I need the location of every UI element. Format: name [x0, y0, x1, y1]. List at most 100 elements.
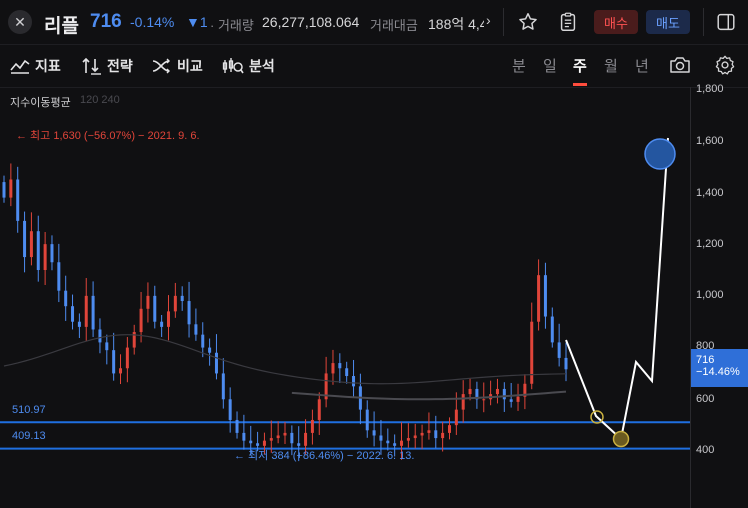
candle-body: [434, 430, 438, 439]
candle-body: [393, 443, 397, 446]
divider: [503, 8, 504, 36]
candle-body: [441, 432, 445, 439]
target-marker: [612, 430, 630, 448]
candle-body: [338, 363, 342, 369]
candle-body: [406, 438, 410, 441]
ema-120-line: [3, 334, 567, 385]
compare-icon: [152, 58, 170, 74]
candle-body: [537, 275, 541, 322]
candle-body: [180, 295, 184, 302]
current-price-tag: 716 −14.46%: [691, 349, 748, 387]
timeframe-week[interactable]: 주: [573, 55, 587, 76]
candle-body: [105, 342, 109, 351]
strategy-button[interactable]: 전략: [82, 56, 133, 76]
candle-body: [16, 179, 20, 221]
candle-body: [331, 363, 335, 374]
analysis-label: 분석: [249, 58, 275, 74]
close-button[interactable]: ✕: [8, 10, 32, 34]
screenshot-button[interactable]: [667, 52, 693, 78]
amount-value: 188억 4,4: [428, 16, 484, 32]
timeframe-year[interactable]: 년: [635, 55, 649, 76]
active-timeframe-indicator: [573, 83, 587, 86]
candle-body: [413, 435, 417, 439]
candle-body: [317, 399, 321, 420]
gear-icon: [715, 55, 735, 75]
order-book-button[interactable]: [555, 9, 581, 35]
high-annotation: ← 최고 1,630 (−56.07%) − 2021. 9. 6.: [16, 130, 200, 142]
candle-body: [495, 388, 499, 395]
change-percent: -0.14%: [130, 14, 175, 30]
analysis-icon: [222, 58, 244, 74]
indicator-icon: [10, 59, 30, 74]
candle-body: [269, 438, 273, 441]
chart-settings-button[interactable]: [712, 52, 738, 78]
candle-body: [372, 430, 376, 436]
buy-button[interactable]: 매수: [594, 10, 638, 34]
change-amount: ▼1: [186, 14, 208, 30]
candle-body: [146, 295, 150, 309]
compare-button[interactable]: 비교: [152, 56, 203, 76]
candle-body: [283, 432, 287, 436]
candle-body: [208, 347, 212, 353]
timeframe-month[interactable]: 월: [604, 55, 618, 76]
strategy-label: 전략: [107, 58, 133, 74]
candle-body: [2, 182, 6, 198]
divider: [703, 8, 704, 36]
candle-body: [468, 388, 472, 395]
amount-label: 거래대금: [370, 18, 418, 33]
chevron-right-icon[interactable]: ›: [486, 12, 491, 28]
candle-body: [550, 316, 554, 343]
candle-body: [84, 295, 88, 327]
candle-body: [36, 231, 40, 270]
timeframe-minute[interactable]: 분: [512, 55, 526, 76]
candle-body: [502, 388, 506, 400]
y-tick: 1,400: [696, 187, 724, 199]
candle-body: [125, 347, 129, 369]
indicator-name[interactable]: 지수이동평균: [10, 94, 71, 110]
candle-body: [454, 409, 458, 426]
indicator-params: 120 240: [80, 94, 120, 106]
candle-body: [139, 308, 143, 333]
candle-body: [427, 430, 431, 433]
panel-toggle-button[interactable]: [713, 9, 739, 35]
candle-body: [352, 376, 356, 387]
y-tick: 400: [696, 444, 715, 456]
candle-body: [201, 334, 205, 348]
coin-name: 리플: [44, 16, 79, 37]
timeframe-day[interactable]: 일: [543, 55, 557, 76]
candle-body: [160, 321, 164, 327]
candle-body: [345, 368, 349, 377]
candle-body: [290, 432, 294, 444]
projection-line: [565, 137, 669, 441]
indicator-button[interactable]: 지표: [10, 56, 61, 76]
candle-body: [509, 399, 513, 402]
level-label-lower: 409.13: [12, 430, 46, 442]
candle-body: [379, 435, 383, 441]
clipboard-icon: [560, 12, 576, 31]
candle-body: [304, 432, 308, 446]
candle-body: [461, 394, 465, 410]
y-tick: 1,200: [696, 238, 724, 250]
candle-body: [543, 275, 547, 317]
analysis-button[interactable]: 분석: [222, 56, 275, 76]
price-chart[interactable]: [0, 87, 748, 508]
candle-body: [221, 373, 225, 400]
candle-body: [91, 295, 95, 330]
volume-value: 26,277,108.064: [262, 14, 360, 30]
candle-body: [153, 295, 157, 322]
level-label-upper: 510.97: [12, 404, 46, 416]
volume-label: · 거래량: [210, 18, 254, 33]
candle-body: [447, 425, 451, 433]
favorite-button[interactable]: [515, 9, 541, 35]
candle-body: [43, 244, 47, 270]
star-icon: [519, 13, 537, 30]
camera-icon: [670, 57, 690, 73]
price-tag-change: −14.46%: [696, 366, 740, 378]
price-tag-value: 716: [696, 354, 715, 366]
indicator-label: 지표: [35, 58, 61, 74]
candle-body: [57, 262, 61, 291]
candle-body: [249, 440, 253, 444]
candle-body: [77, 321, 81, 327]
sell-button[interactable]: 매도: [646, 10, 690, 34]
candle-body: [400, 440, 404, 446]
